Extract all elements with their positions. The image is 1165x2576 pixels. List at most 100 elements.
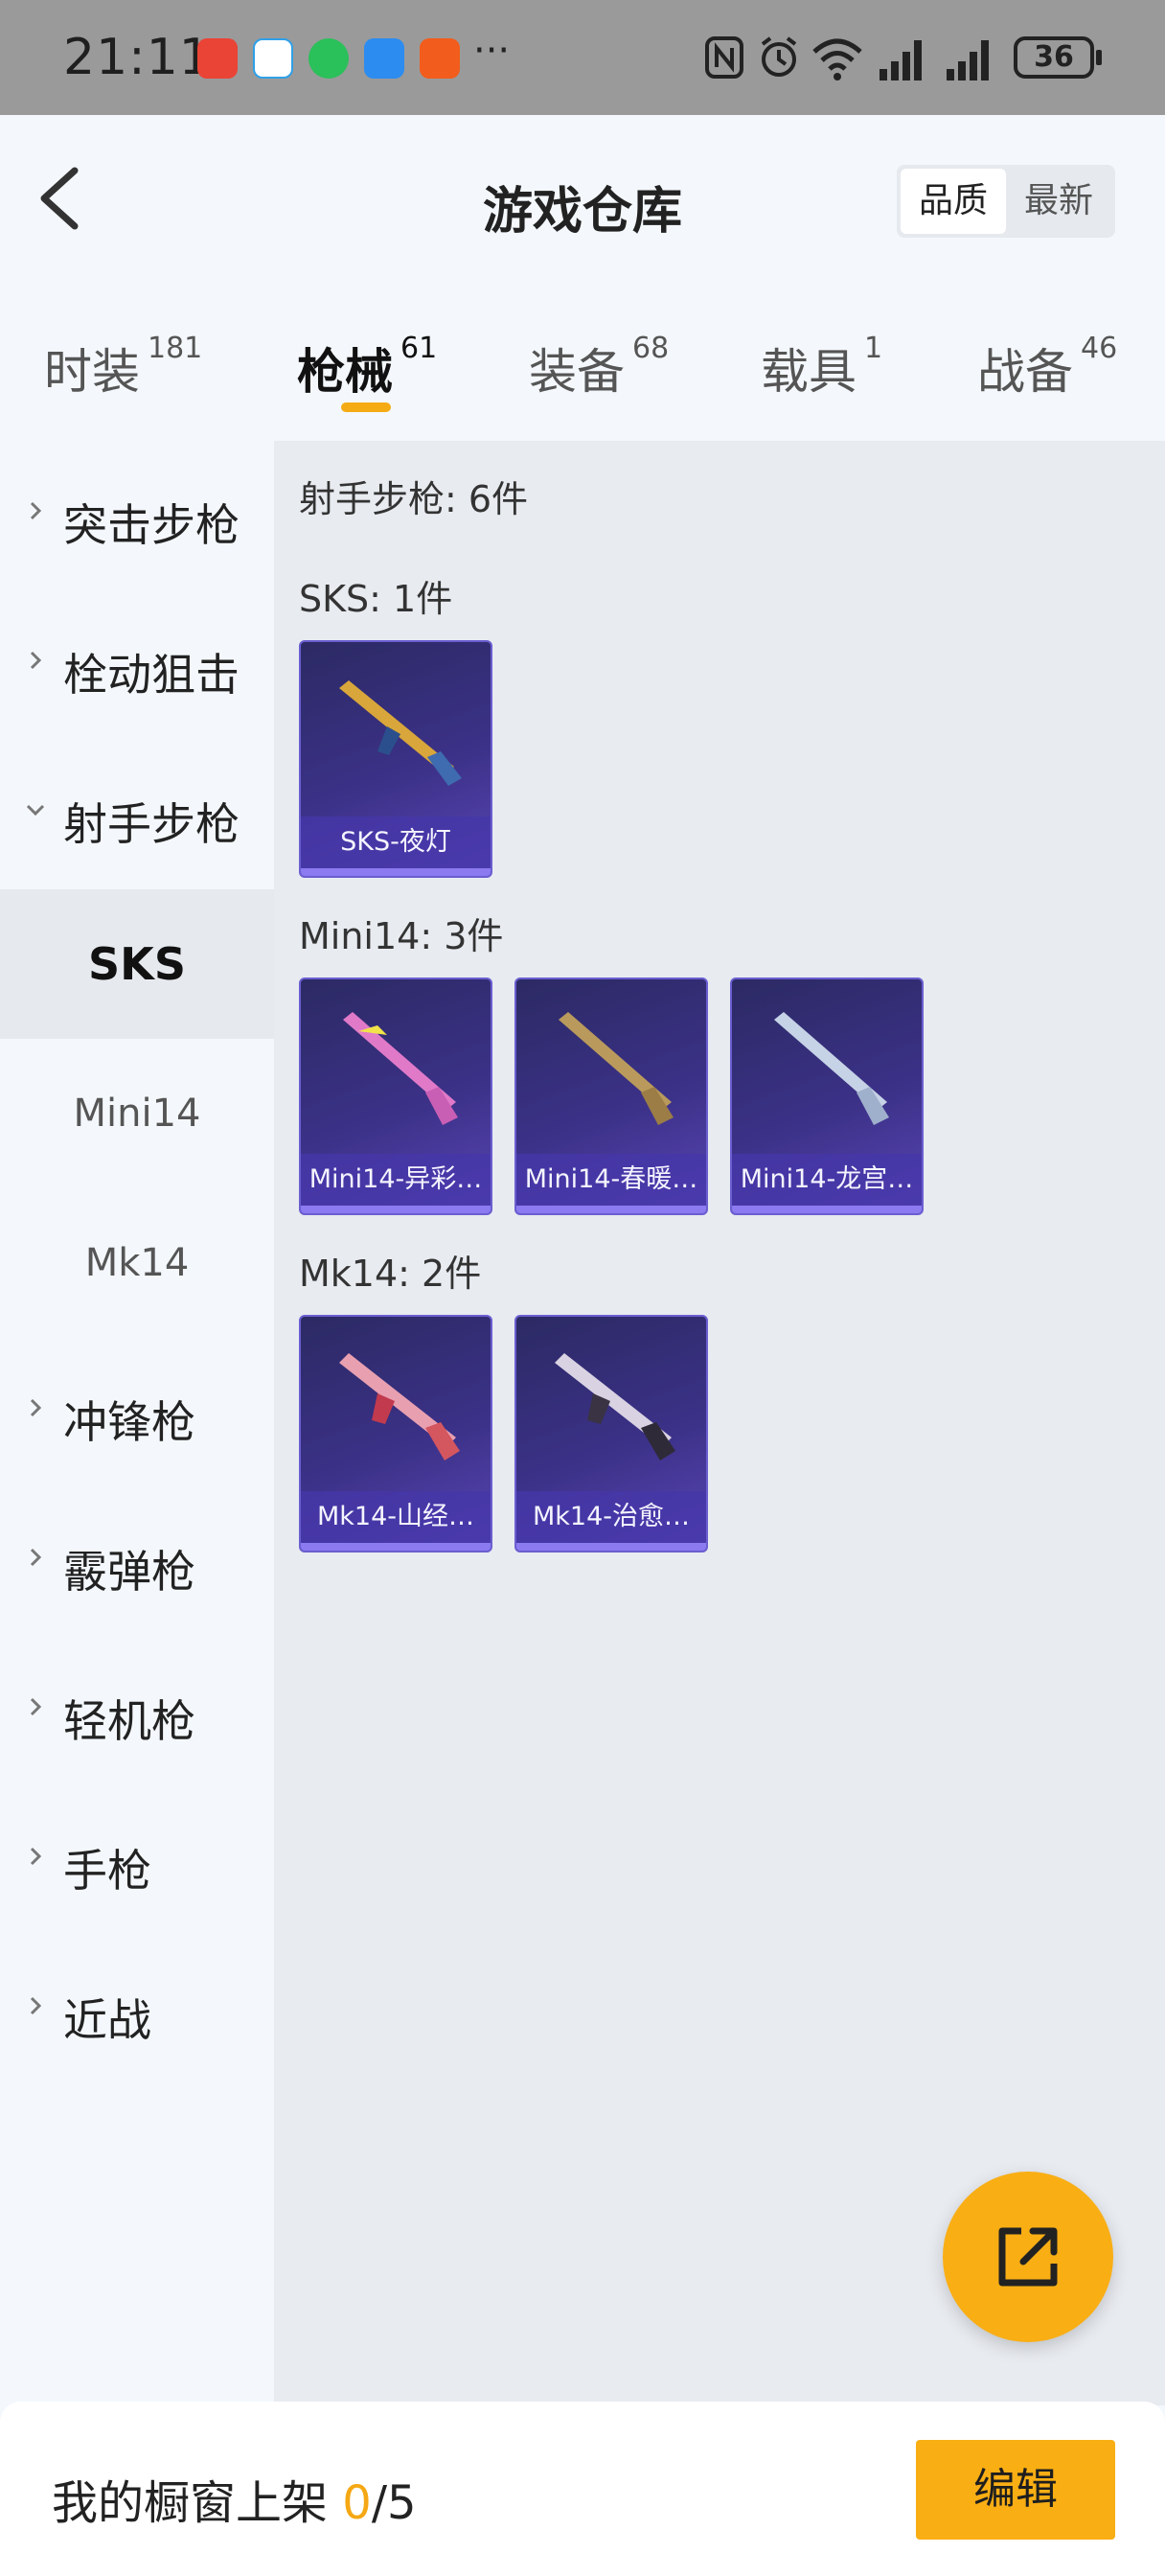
showcase-text: 我的橱窗上架: [52, 2476, 343, 2530]
item-card[interactable]: Mk14-治愈…: [514, 1315, 708, 1552]
group-title-mini14: Mini14: 3件: [299, 915, 504, 957]
item-grid-panel: 射手步枪: 6件 SKS: 1件 SKS-夜灯 Mini14: 3件 Mini1…: [274, 441, 1165, 2405]
app-header: 游戏仓库 品质 最新: [0, 115, 1165, 288]
sidebar-item-label: 近战: [63, 1994, 151, 2046]
sidebar-item-label: 栓动狙击: [63, 649, 240, 701]
active-tab-indicator: [341, 402, 391, 412]
chevron-right-icon: [30, 1398, 42, 1417]
item-name: Mini14-春暖…: [516, 1154, 706, 1206]
showcase-total: /5: [371, 2476, 417, 2530]
tab-guns[interactable]: 枪械 61: [297, 332, 438, 402]
rarity-bar: [301, 1543, 491, 1551]
sidebar-sub-sks[interactable]: SKS: [0, 889, 274, 1039]
rarity-bar: [301, 868, 491, 876]
rifle-skin-image: [343, 1012, 458, 1125]
chevron-right-icon: [30, 1548, 42, 1567]
sidebar-item-bolt-sniper[interactable]: 栓动狙击: [0, 590, 274, 740]
wechat-icon: [308, 38, 349, 79]
tab-count: 181: [148, 332, 203, 365]
chevron-right-icon: [30, 651, 42, 670]
sidebar-item-label: 冲锋枪: [63, 1396, 195, 1448]
tab-count: 46: [1081, 332, 1118, 365]
tab-fashion[interactable]: 时装 181: [44, 332, 203, 402]
sidebar-item-label: 轻机枪: [63, 1695, 195, 1747]
red-game-icon: [197, 38, 238, 79]
item-name: SKS-夜灯: [301, 816, 491, 868]
tab-label: 装备: [529, 344, 625, 400]
signal-icon: [879, 40, 922, 80]
sidebar-item-marksman-rifle[interactable]: 射手步枪: [0, 740, 274, 889]
chevron-right-icon: [30, 501, 42, 520]
rifle-skin-image: [339, 680, 462, 786]
item-card[interactable]: SKS-夜灯: [299, 640, 492, 878]
sidebar-item-lmg[interactable]: 轻机枪: [0, 1637, 274, 1786]
item-card[interactable]: Mini14-异彩…: [299, 978, 492, 1215]
sidebar-item-melee[interactable]: 近战: [0, 1936, 274, 2085]
sort-latest-option[interactable]: 最新: [1006, 169, 1111, 234]
item-card[interactable]: Mini14-龙宫…: [730, 978, 924, 1215]
share-button[interactable]: [943, 2172, 1113, 2342]
sidebar-sub-mini14[interactable]: Mini14: [0, 1039, 274, 1188]
share-icon: [998, 2227, 1058, 2287]
tab-count: 61: [400, 332, 438, 365]
showcase-label: 我的橱窗上架 0/5: [52, 2465, 417, 2532]
battery-indicator: 36: [1014, 36, 1102, 79]
tab-vehicles[interactable]: 载具 1: [761, 332, 883, 402]
sidebar-item-label: 射手步枪: [63, 798, 240, 850]
taobao-icon: [420, 38, 460, 79]
item-card[interactable]: Mk14-山经…: [299, 1315, 492, 1552]
rarity-bar: [301, 1206, 491, 1213]
sidebar-item-label: 手枪: [63, 1845, 151, 1897]
tab-label: 战备: [977, 344, 1073, 400]
chevron-right-icon: [30, 1996, 42, 2015]
tab-equipment[interactable]: 装备 68: [529, 332, 670, 402]
rifle-skin-image: [555, 1353, 675, 1460]
sidebar-item-shotgun[interactable]: 霰弹枪: [0, 1487, 274, 1637]
item-card[interactable]: Mini14-春暖…: [514, 978, 708, 1215]
item-name: Mk14-治愈…: [516, 1491, 706, 1543]
tab-count: 68: [632, 332, 670, 365]
chevron-right-icon: [30, 1697, 42, 1716]
item-name: Mk14-山经…: [301, 1491, 491, 1543]
edit-button[interactable]: 编辑: [916, 2440, 1115, 2540]
sidebar-item-pistol[interactable]: 手枪: [0, 1786, 274, 1936]
sidebar-item-label: 突击步枪: [63, 499, 240, 551]
sidebar: 突击步枪 栓动狙击 射手步枪 SKS Mini14 Mk14 冲锋枪 霰弹枪 轻…: [0, 441, 274, 2405]
nfc-icon: [705, 36, 743, 79]
showcase-count: 0: [342, 2476, 372, 2530]
status-bar: 21:11 ··· 36: [0, 0, 1165, 115]
blue-app-icon: [253, 38, 293, 79]
rarity-bar: [516, 1543, 706, 1551]
tab-label: 时装: [44, 344, 140, 400]
chevron-down-icon: [26, 804, 45, 816]
rifle-skin-image: [339, 1353, 460, 1460]
alarm-icon: [761, 36, 797, 77]
wifi-icon: [812, 38, 862, 80]
tab-supplies[interactable]: 战备 46: [977, 332, 1118, 402]
category-summary: 射手步枪: 6件: [299, 478, 529, 520]
item-name: Mini14-异彩…: [301, 1154, 491, 1206]
group-title-sks: SKS: 1件: [299, 578, 453, 620]
more-notifications-icon: ···: [473, 29, 511, 73]
status-time: 21:11: [63, 29, 212, 86]
sort-quality-option[interactable]: 品质: [901, 169, 1006, 234]
sidebar-item-smg[interactable]: 冲锋枪: [0, 1338, 274, 1487]
signal-icon: [947, 40, 989, 80]
chevron-right-icon: [30, 1847, 42, 1866]
tab-label: 载具: [761, 344, 857, 400]
rifle-skin-image: [559, 1012, 674, 1125]
showcase-bar: 我的橱窗上架 0/5 编辑: [0, 2402, 1165, 2576]
sidebar-sub-mk14[interactable]: Mk14: [0, 1188, 274, 1338]
tab-count: 1: [864, 332, 883, 365]
sidebar-item-assault-rifle[interactable]: 突击步枪: [0, 441, 274, 590]
rifle-skin-image: [774, 1012, 889, 1125]
message-icon: [364, 38, 404, 79]
category-tabs: 时装 181 枪械 61 装备 68 载具 1 战备 46: [0, 316, 1165, 441]
sidebar-item-label: 霰弹枪: [63, 1546, 195, 1598]
rarity-bar: [516, 1206, 706, 1213]
item-name: Mini14-龙宫…: [732, 1154, 922, 1206]
group-title-mk14: Mk14: 2件: [299, 1253, 482, 1295]
rarity-bar: [732, 1206, 922, 1213]
sort-toggle: 品质 最新: [897, 165, 1115, 238]
tab-label: 枪械: [297, 344, 393, 400]
